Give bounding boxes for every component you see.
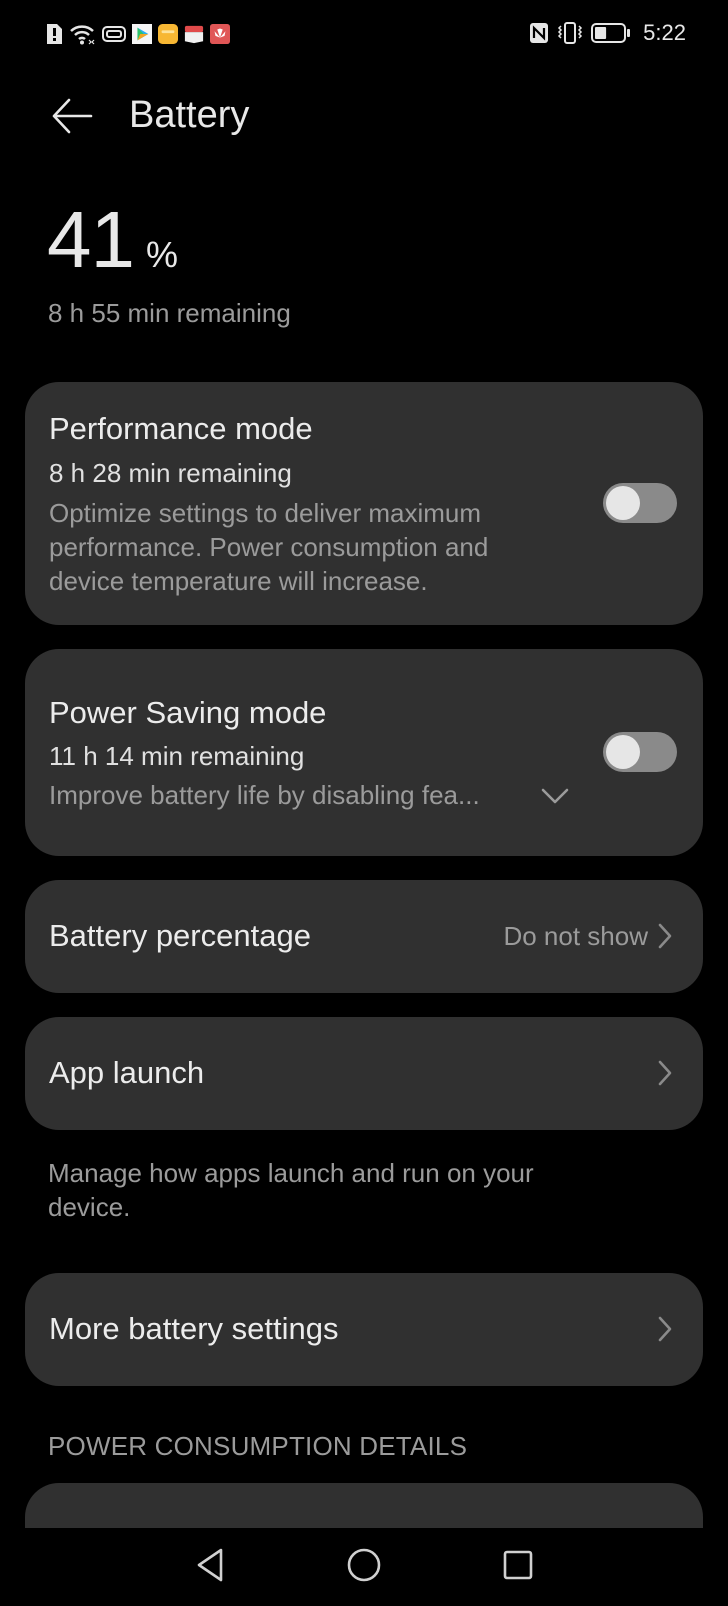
battery-percentage-value: Do not show [503, 921, 648, 951]
nav-recents-button[interactable] [493, 1542, 543, 1592]
app-launch-title: App launch [49, 1055, 205, 1090]
battery-percent-value: 41 [47, 195, 135, 284]
performance-mode-remaining: 8 h 28 min remaining [49, 458, 292, 488]
vibrate-icon [557, 22, 583, 44]
battery-percentage-title: Battery percentage [49, 918, 311, 953]
app-launch-note: Manage how apps launch and run on your d… [48, 1158, 534, 1222]
status-time: 5:22 [643, 20, 686, 45]
huawei-app-icon [210, 24, 230, 44]
system-navigation-bar [0, 1528, 728, 1606]
back-triangle-icon [195, 1547, 225, 1588]
power-saving-mode-title: Power Saving mode [49, 695, 327, 730]
more-battery-settings-row[interactable]: More battery settings [25, 1273, 703, 1386]
nav-home-button[interactable] [339, 1542, 389, 1592]
battery-remaining-time: 8 h 55 min remaining [48, 298, 291, 328]
notification-icons [44, 24, 230, 45]
battery-percent-sign: % [145, 234, 178, 275]
app-launch-row[interactable]: App launch [25, 1017, 703, 1130]
chevron-down-icon[interactable] [541, 787, 569, 810]
power-consumption-section-header: POWER CONSUMPTION DETAILS [48, 1431, 468, 1461]
alert-sim-icon [44, 24, 64, 44]
power-saving-mode-toggle[interactable] [603, 732, 677, 772]
video-app-icon [132, 24, 152, 44]
files-app-icon [158, 24, 178, 44]
power-saving-mode-card: Power Saving mode 11 h 14 min remaining … [25, 649, 703, 856]
system-status-icons: 5:22 [529, 20, 686, 46]
power-saving-mode-description: Improve battery life by disabling fea... [49, 780, 480, 810]
nav-back-button[interactable] [185, 1542, 235, 1592]
nfc-icon [529, 23, 549, 43]
chevron-right-icon [657, 1059, 673, 1087]
page-title: Battery [129, 94, 250, 136]
cast-icon [102, 24, 126, 44]
arrow-left-icon [51, 96, 93, 141]
performance-mode-card: Performance mode 8 h 28 min remaining Op… [25, 382, 703, 625]
toggle-knob [606, 486, 640, 520]
chevron-right-icon [657, 1315, 673, 1343]
gift-app-icon [184, 24, 204, 44]
back-button[interactable] [48, 96, 96, 140]
home-circle-icon [346, 1547, 382, 1588]
status-bar: 5:22 [0, 0, 728, 70]
app-header: Battery [0, 88, 728, 148]
performance-mode-title: Performance mode [49, 411, 313, 446]
recents-square-icon [502, 1549, 534, 1586]
performance-mode-toggle[interactable] [603, 483, 677, 523]
chevron-right-icon [657, 922, 673, 950]
battery-icon [591, 23, 631, 43]
power-saving-mode-remaining: 11 h 14 min remaining [49, 741, 305, 771]
performance-mode-description: Optimize settings to deliver maximum per… [49, 498, 489, 596]
battery-level: 41 % [47, 200, 178, 280]
more-battery-settings-title: More battery settings [49, 1311, 339, 1346]
wifi-icon [70, 24, 96, 45]
toggle-knob [606, 735, 640, 769]
battery-percentage-row[interactable]: Battery percentage Do not show [25, 880, 703, 993]
